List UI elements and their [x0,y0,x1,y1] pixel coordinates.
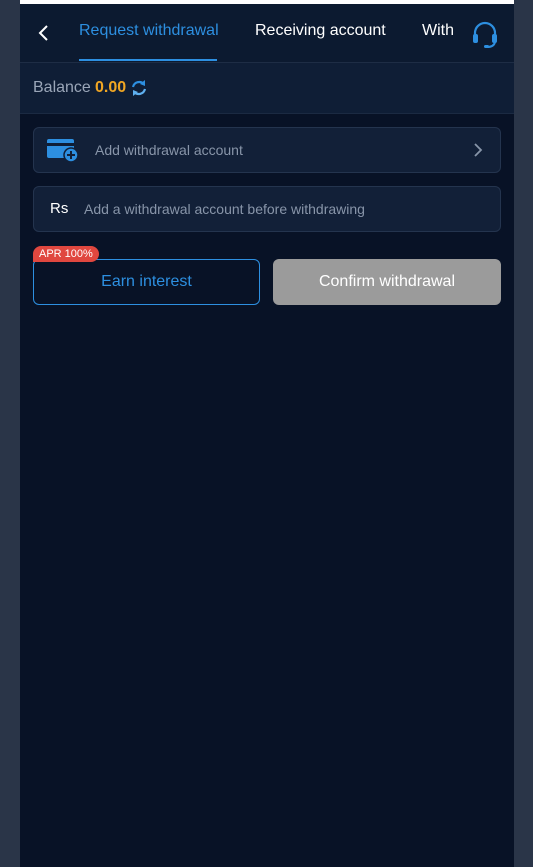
add-withdrawal-account-label: Add withdrawal account [95,142,243,158]
withdrawal-page: Request withdrawal Receiving account Wit… [20,0,514,867]
chevron-right-icon [474,143,483,157]
currency-symbol: Rs [50,200,69,217]
add-withdrawal-account-row[interactable]: Add withdrawal account [33,127,501,173]
support-button[interactable] [468,18,502,50]
apr-badge: APR 100% [33,246,99,262]
tab-request-withdrawal[interactable]: Request withdrawal [79,22,219,40]
tab-receiving-account[interactable]: Receiving account [255,22,386,40]
balance-label: Balance [33,79,91,96]
back-button[interactable] [32,20,54,46]
refresh-icon[interactable] [130,79,148,97]
balance-bar: Balance 0.00 [20,63,514,114]
confirm-withdrawal-button[interactable]: Confirm withdrawal [273,259,501,305]
headset-icon [473,21,497,48]
amount-input[interactable] [84,195,484,223]
top-nav: Request withdrawal Receiving account Wit… [20,4,514,63]
active-tab-indicator [79,59,217,61]
amount-row: Rs [33,186,501,232]
wallet-plus-icon [47,139,79,163]
tab-withdrawal-history[interactable]: With [422,22,454,40]
earn-interest-button[interactable]: Earn interest [33,259,260,305]
balance-value: 0.00 [95,79,127,96]
chevron-left-icon [38,25,48,41]
